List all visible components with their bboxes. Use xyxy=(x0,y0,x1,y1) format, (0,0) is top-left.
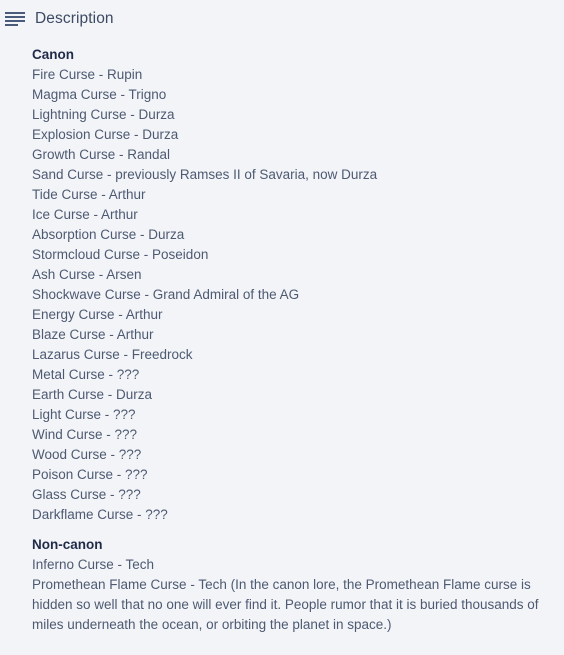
list-item: Wood Curse - ??? xyxy=(32,447,142,462)
description-lines-icon xyxy=(5,9,27,29)
list-item: Earth Curse - Durza xyxy=(32,387,153,402)
list-item: Growth Curse - Randal xyxy=(32,147,171,162)
list-item: Stormcloud Curse - Poseidon xyxy=(32,247,209,262)
list-item: Energy Curse - Arthur xyxy=(32,307,163,322)
section-non-canon: Non-canon Inferno Curse - Tech Promethea… xyxy=(32,525,542,635)
panel-header: Description xyxy=(0,0,564,38)
description-panel: Description Canon Fire Curse - Rupin Mag… xyxy=(0,0,564,655)
list-item: Absorption Curse - Durza xyxy=(32,227,185,242)
list-item: Wind Curse - ??? xyxy=(32,427,138,442)
list-item: Poison Curse - ??? xyxy=(32,467,148,482)
list-item: Glass Curse - ??? xyxy=(32,487,141,502)
list-item: Shockwave Curse - Grand Admiral of the A… xyxy=(32,287,300,302)
list-item: Explosion Curse - Durza xyxy=(32,127,179,142)
list-item: Light Curse - ??? xyxy=(32,407,136,422)
list-item: Sand Curse - previously Ramses II of Sav… xyxy=(32,167,378,182)
non-canon-note: Promethean Flame Curse - Tech (In the ca… xyxy=(32,577,539,632)
list-item: Darkflame Curse - ??? xyxy=(32,507,168,522)
description-content: Canon Fire Curse - Rupin Magma Curse - T… xyxy=(0,38,564,635)
list-item: Magma Curse - Trigno xyxy=(32,87,167,102)
list-item: Metal Curse - ??? xyxy=(32,367,140,382)
section-heading-non-canon: Non-canon xyxy=(32,537,103,552)
list-item: Ash Curse - Arsen xyxy=(32,267,142,282)
list-item: Fire Curse - Rupin xyxy=(32,67,143,82)
list-item: Ice Curse - Arthur xyxy=(32,207,138,222)
list-item: Lazarus Curse - Freedrock xyxy=(32,347,193,362)
section-canon: Canon Fire Curse - Rupin Magma Curse - T… xyxy=(32,38,542,525)
list-item: Inferno Curse - Tech xyxy=(32,557,155,572)
section-heading-canon: Canon xyxy=(32,47,74,62)
list-item: Tide Curse - Arthur xyxy=(32,187,146,202)
list-item: Blaze Curse - Arthur xyxy=(32,327,154,342)
page-title: Description xyxy=(35,10,114,28)
list-item: Lightning Curse - Durza xyxy=(32,107,175,122)
